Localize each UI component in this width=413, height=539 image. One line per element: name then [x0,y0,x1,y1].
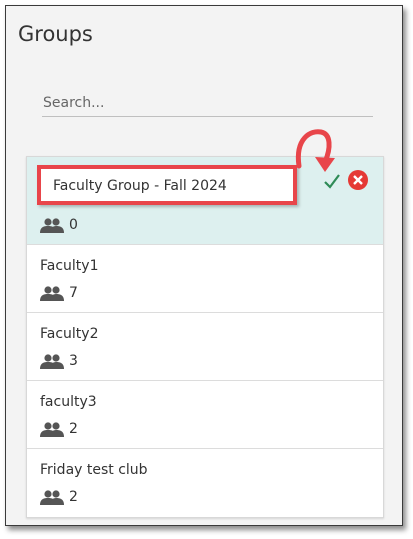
groups-panel: Groups 0 Facu [5,5,403,526]
group-name: Faculty1 [40,258,99,274]
member-count: 2 [40,421,78,437]
member-count: 2 [40,489,78,505]
group-row[interactable]: Friday test club 2 [27,449,383,517]
close-circle-icon[interactable] [347,169,369,191]
people-icon [40,354,64,369]
people-icon [40,422,64,437]
people-icon [40,490,64,505]
member-count: 0 [40,217,78,233]
annotation-arrow-icon [295,129,335,172]
search-input[interactable] [42,90,373,117]
group-row[interactable]: Faculty2 3 [27,313,383,381]
group-name: Friday test club [40,462,148,478]
member-count: 3 [40,353,78,369]
member-count-value: 2 [69,489,78,505]
group-name: Faculty2 [40,326,99,342]
group-name-input[interactable] [53,178,283,194]
member-count: 7 [40,285,78,301]
people-icon [40,218,64,233]
panel-title: Groups [18,22,93,46]
member-count-value: 0 [69,217,78,233]
member-count-value: 2 [69,421,78,437]
group-row[interactable]: faculty3 2 [27,381,383,449]
member-count-value: 7 [69,285,78,301]
people-icon [40,286,64,301]
group-name-edit-box [37,165,297,205]
group-row[interactable]: Faculty1 7 [27,245,383,313]
member-count-value: 3 [69,353,78,369]
groups-list: 0 Faculty1 7 Faculty2 [26,156,384,518]
group-name: faculty3 [40,394,97,410]
